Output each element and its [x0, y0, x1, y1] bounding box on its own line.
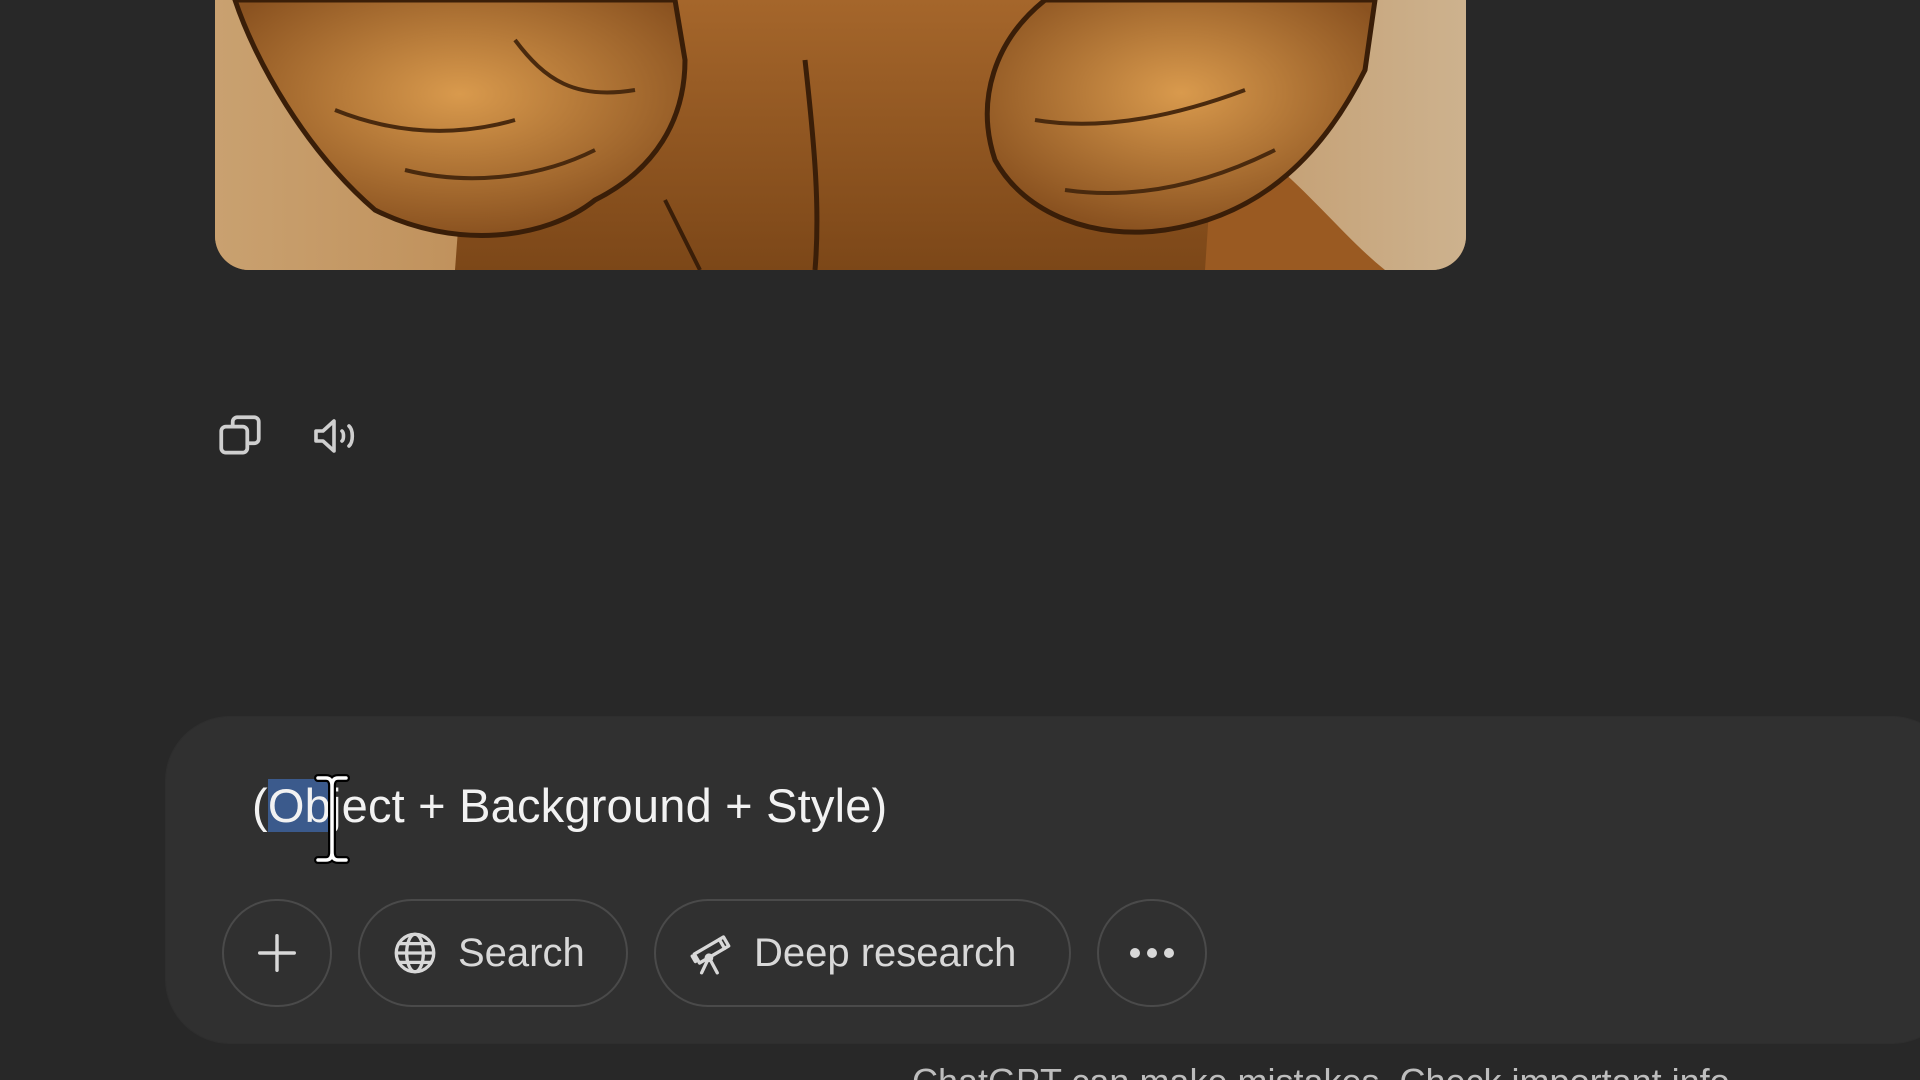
- deep-research-label: Deep research: [754, 930, 1017, 975]
- composer-input[interactable]: (Object + Background + Style): [252, 776, 887, 836]
- copy-icon: [219, 415, 261, 455]
- message-actions: [214, 410, 362, 462]
- selected-text: Ob: [267, 779, 331, 832]
- copy-button[interactable]: [214, 410, 266, 462]
- generated-image[interactable]: [215, 0, 1466, 270]
- add-button[interactable]: [222, 899, 332, 1007]
- chat-window: (Object + Background + Style) Search Dee…: [0, 0, 1920, 1080]
- deep-research-button[interactable]: Deep research: [654, 899, 1071, 1007]
- speaker-icon: [314, 419, 355, 453]
- composer-text-prefix: (: [252, 779, 268, 832]
- generated-image-art: [215, 0, 1466, 270]
- disclaimer-text: ChatGPT can make mistakes. Check importa…: [912, 1062, 1740, 1080]
- read-aloud-button[interactable]: [310, 410, 362, 462]
- telescope-icon: [686, 928, 736, 978]
- more-options-button[interactable]: [1097, 899, 1207, 1007]
- globe-icon: [390, 928, 440, 978]
- search-button[interactable]: Search: [358, 899, 628, 1007]
- search-label: Search: [458, 930, 585, 975]
- ellipsis-icon: [1130, 948, 1174, 958]
- composer-toolbar: Search Deep research: [222, 899, 1207, 1007]
- plus-icon: [258, 934, 296, 972]
- composer-text-rest: ject + Background + Style): [330, 779, 888, 832]
